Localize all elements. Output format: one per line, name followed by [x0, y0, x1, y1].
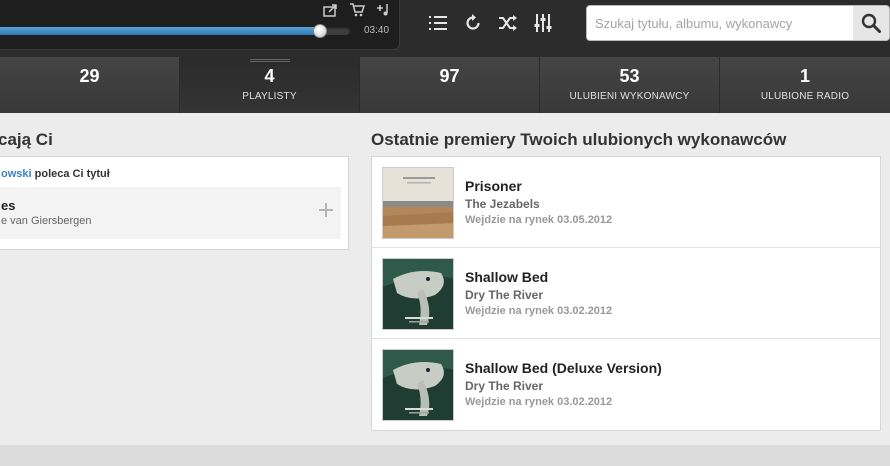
share-icon[interactable]: [322, 2, 340, 18]
track-time: 03:40: [364, 25, 390, 36]
stat-number: 53: [619, 66, 640, 86]
recommendations-title: cają Ci: [0, 130, 53, 149]
release-artist[interactable]: The Jezabels: [465, 197, 540, 211]
main-content: cają Ci owski poleca Ci tytuł es e van G…: [0, 113, 890, 445]
recommended-item[interactable]: es e van Giersbergen: [0, 187, 341, 239]
stat-number: 4: [264, 66, 275, 86]
equalizer-icon[interactable]: [531, 11, 555, 35]
shuffle-icon[interactable]: [496, 11, 520, 35]
search-icon: [861, 13, 881, 33]
recommendation-text: poleca Ci tytuł: [31, 168, 110, 180]
stat-tile-favorite-radio[interactable]: 1 ULUBIONE RADIO: [720, 57, 890, 113]
release-date: Wejdzie na rynek 03.05.2012: [465, 214, 613, 226]
progress-fill: [0, 27, 321, 35]
recommendation-line: owski poleca Ci tytuł: [1, 168, 110, 180]
album-cover[interactable]: [382, 167, 454, 239]
repeat-icon[interactable]: [461, 11, 485, 35]
stat-number: 1: [799, 66, 810, 86]
player-mini-icons: [322, 2, 392, 18]
release-date: Wejdzie na rynek 03.02.2012: [465, 396, 613, 408]
stat-number: 97: [439, 66, 460, 86]
progress-knob[interactable]: [313, 24, 328, 38]
album-cover[interactable]: [382, 258, 454, 330]
stat-label: ULUBIONE RADIO: [760, 91, 850, 102]
recommendations-card: owski poleca Ci tytuł es e van Giersberg…: [0, 156, 349, 250]
stat-number: 29: [79, 66, 100, 86]
new-releases-title: Ostatnie premiery Twoich ulubionych wyko…: [371, 130, 787, 149]
release-title[interactable]: Shallow Bed: [465, 269, 548, 285]
recommended-title[interactable]: es: [1, 198, 15, 213]
stat-tile-playlists[interactable]: 4 PLAYLISTY: [180, 57, 360, 113]
release-item[interactable]: Prisoner The Jezabels Wejdzie na rynek 0…: [372, 157, 880, 248]
release-title[interactable]: Shallow Bed (Deluxe Version): [465, 360, 662, 376]
player-panel: 03:40: [0, 0, 400, 50]
album-cover[interactable]: [382, 349, 454, 421]
release-artist[interactable]: Dry The River: [465, 379, 543, 393]
active-tab-handle: [249, 59, 290, 62]
search-button[interactable]: [853, 5, 890, 41]
release-item[interactable]: Shallow Bed (Deluxe Version) Dry The Riv…: [372, 339, 880, 430]
search-input[interactable]: [595, 15, 845, 31]
stat-tile-favorite-artists[interactable]: 53 ULUBIENI WYKONAWCY: [540, 57, 720, 113]
recommender-link[interactable]: owski: [1, 168, 32, 180]
footer-strip: [0, 445, 890, 466]
stats-bar: 29 4 PLAYLISTY 97 53 ULUBIENI WYKONAWCY …: [0, 57, 890, 113]
stat-tile-1[interactable]: 29: [0, 57, 180, 113]
cart-icon[interactable]: [348, 2, 366, 18]
stat-tile-3[interactable]: 97: [360, 57, 540, 113]
stat-label: ULUBIENI WYKONAWCY: [569, 91, 690, 102]
stat-label: PLAYLISTY: [242, 91, 297, 102]
plus-icon[interactable]: [319, 201, 333, 221]
add-to-playlist-icon[interactable]: [374, 2, 392, 18]
queue-list-icon[interactable]: [426, 11, 450, 35]
release-date: Wejdzie na rynek 03.02.2012: [465, 305, 613, 317]
recommended-artist[interactable]: e van Giersbergen: [1, 215, 92, 227]
release-artist[interactable]: Dry The River: [465, 288, 543, 302]
release-title[interactable]: Prisoner: [465, 178, 522, 194]
release-item[interactable]: Shallow Bed Dry The River Wejdzie na ryn…: [372, 248, 880, 339]
player-bar: 03:40: [0, 0, 890, 57]
new-releases-card: Prisoner The Jezabels Wejdzie na rynek 0…: [371, 156, 881, 431]
progress-bar[interactable]: [0, 24, 350, 38]
search-field[interactable]: [586, 5, 854, 41]
